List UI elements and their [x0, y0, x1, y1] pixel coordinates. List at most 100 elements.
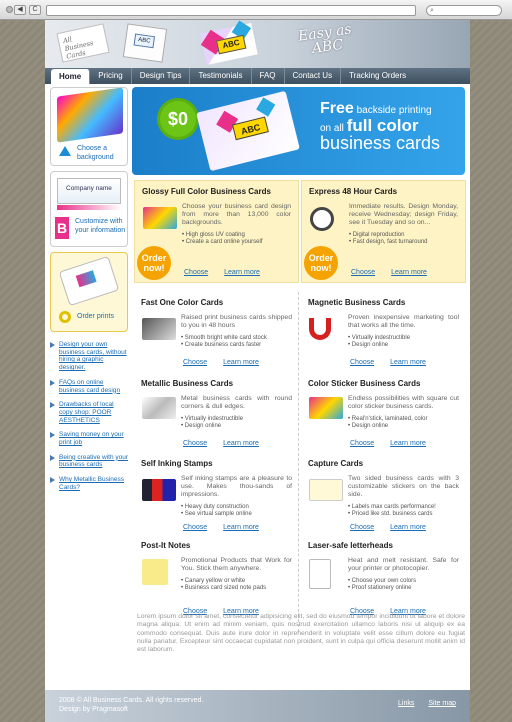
- footer-links[interactable]: Links: [398, 699, 414, 708]
- address-bar[interactable]: [46, 5, 416, 16]
- learn-more-link[interactable]: Learn more: [223, 440, 259, 447]
- tagline: Easy as ABC: [297, 21, 354, 57]
- sidebar-link[interactable]: Drawbacks of local copy shop: POOR AESTH…: [50, 401, 128, 424]
- product-desc: Proven inexpensive marketing tool that w…: [348, 314, 459, 329]
- product-bullet: Design online: [348, 342, 459, 349]
- product-thumbnail[interactable]: [142, 397, 176, 419]
- customize-label: Customize with your information: [75, 218, 126, 234]
- nav-testimonials[interactable]: Testimonials: [190, 68, 252, 84]
- choose-link[interactable]: Choose: [183, 359, 207, 366]
- nav-design-tips[interactable]: Design Tips: [132, 68, 191, 84]
- product-thumbnail[interactable]: [309, 479, 343, 501]
- product-bullet: Real'n'stick, laminated, color: [348, 416, 459, 423]
- learn-more-link[interactable]: Learn more: [224, 269, 260, 276]
- product-bullet: Heavy duty construction: [181, 504, 292, 511]
- nav-home[interactable]: Home: [51, 69, 91, 84]
- circle-icon: [59, 311, 71, 323]
- product-desc: Two sided business cards with 3 customiz…: [348, 475, 459, 498]
- order-now-badge[interactable]: Order now!: [137, 246, 171, 280]
- product-desc: Promotional Products that Work for You. …: [181, 557, 292, 572]
- product-title: Post-It Notes: [141, 541, 191, 550]
- product-bullet: Proof stationery online: [348, 585, 459, 592]
- choose-link[interactable]: Choose: [350, 359, 374, 366]
- banner-business-cards: business cards: [320, 133, 441, 153]
- sidebar-link[interactable]: Why Metallic Business Cards?: [50, 476, 128, 491]
- product-desc: Heat and melt resistant. Safe for your p…: [348, 557, 459, 572]
- nav-contact[interactable]: Contact Us: [285, 68, 342, 84]
- product-express: Express 48 Hour Cards Immediate results.…: [301, 180, 466, 283]
- product-desc: Choose your business card design from mo…: [182, 203, 291, 226]
- learn-more-link[interactable]: Learn more: [390, 524, 426, 531]
- sidebar-link[interactable]: Being creative with your business cards: [50, 454, 128, 469]
- order-now-badge[interactable]: Order now!: [304, 246, 338, 280]
- choose-link[interactable]: Choose: [350, 440, 374, 447]
- nav-tracking[interactable]: Tracking Orders: [341, 68, 414, 84]
- product-title: Self Inking Stamps: [141, 459, 213, 468]
- product-post-it: Post-It Notes Promotional Products that …: [134, 535, 299, 621]
- product-bullet: Choose your own colors: [348, 578, 459, 585]
- browser-toolbar: ◀ C ⌕: [0, 0, 512, 20]
- promo-banner[interactable]: $0 ABC Free backside printing on all ful…: [132, 87, 465, 175]
- product-thumbnail[interactable]: [142, 559, 168, 585]
- header-card-sketch: ABC: [122, 23, 168, 63]
- choose-link[interactable]: Choose: [351, 269, 375, 276]
- learn-more-link[interactable]: Learn more: [223, 524, 259, 531]
- order-prints-label: Order prints: [77, 313, 114, 320]
- sidebar-link[interactable]: FAQs on online business card design: [50, 379, 128, 394]
- product-thumbnail[interactable]: [142, 318, 176, 340]
- product-bullet: Canary yellow or white: [181, 578, 292, 585]
- choose-background-label: Choose a background: [77, 145, 114, 161]
- product-bullet: Smooth bright white card stock: [181, 335, 292, 342]
- sidebar-link[interactable]: Design your own business cards, without …: [50, 341, 128, 372]
- product-bullet: Fast design, fast turnaround: [349, 239, 458, 246]
- order-prints-box[interactable]: Order prints: [50, 252, 128, 332]
- product-title: Fast One Color Cards: [141, 298, 224, 307]
- close-dot[interactable]: [6, 6, 13, 13]
- card-stack-image: [58, 255, 120, 307]
- site-page: All Business Cards ABC ABC Easy as ABC Ho…: [45, 20, 470, 722]
- product-bullet: Virtually indestructible: [348, 335, 459, 342]
- sample-stripe: [57, 205, 121, 210]
- choose-link[interactable]: Choose: [183, 524, 207, 531]
- nav-faq[interactable]: FAQ: [252, 68, 285, 84]
- reload-button[interactable]: C: [29, 5, 41, 15]
- back-button[interactable]: ◀: [14, 5, 26, 15]
- product-thumbnail[interactable]: [143, 207, 177, 229]
- choose-link[interactable]: Choose: [350, 524, 374, 531]
- footer-sitemap[interactable]: Site map: [428, 699, 456, 708]
- product-sticker: Color Sticker Business Cards Endless pos…: [301, 373, 466, 453]
- product-thumbnail[interactable]: [309, 397, 343, 419]
- product-desc: Immediate results. Design Monday, receiv…: [349, 203, 458, 226]
- cyan-diamond: [256, 97, 276, 117]
- nav-pricing[interactable]: Pricing: [90, 68, 132, 84]
- site-header: All Business Cards ABC ABC Easy as ABC: [45, 20, 470, 68]
- sidebar-link[interactable]: Saving money on your print job: [50, 431, 128, 446]
- background-samples-image: [57, 87, 123, 143]
- banner-backside: backside printing: [353, 105, 432, 116]
- learn-more-link[interactable]: Learn more: [390, 359, 426, 366]
- choose-background-box[interactable]: Choose a background: [50, 87, 128, 166]
- product-title: Capture Cards: [308, 459, 364, 468]
- choose-link[interactable]: Choose: [183, 440, 207, 447]
- learn-more-link[interactable]: Learn more: [223, 359, 259, 366]
- product-bullet: Create a card online yourself: [182, 239, 291, 246]
- product-thumbnail[interactable]: [309, 559, 331, 589]
- choose-link[interactable]: Choose: [184, 269, 208, 276]
- magnet-icon[interactable]: [309, 318, 331, 340]
- product-letterheads: Laser-safe letterheads Heat and melt res…: [301, 535, 466, 621]
- product-bullet: Virtually indestructible: [181, 416, 292, 423]
- learn-more-link[interactable]: Learn more: [391, 269, 427, 276]
- clock-icon[interactable]: [310, 207, 334, 231]
- product-desc: Metal business cards with round corners …: [181, 395, 292, 410]
- search-field[interactable]: ⌕: [426, 5, 502, 16]
- product-glossy: Glossy Full Color Business Cards Choose …: [134, 180, 299, 283]
- company-name-sample: Company name: [57, 178, 121, 204]
- window-controls: [6, 6, 13, 13]
- customize-box[interactable]: Company name B Customize with your infor…: [50, 171, 128, 247]
- learn-more-link[interactable]: Learn more: [390, 440, 426, 447]
- stamp-icon[interactable]: [142, 479, 176, 501]
- body-text: Lorem ipsum dolor sit amet, consectetur …: [137, 613, 465, 654]
- product-desc: Self inking stamps are a pleasure to use…: [181, 475, 292, 498]
- product-bullet: See virtual sample online: [181, 511, 292, 518]
- site-logo[interactable]: ABC: [200, 20, 258, 66]
